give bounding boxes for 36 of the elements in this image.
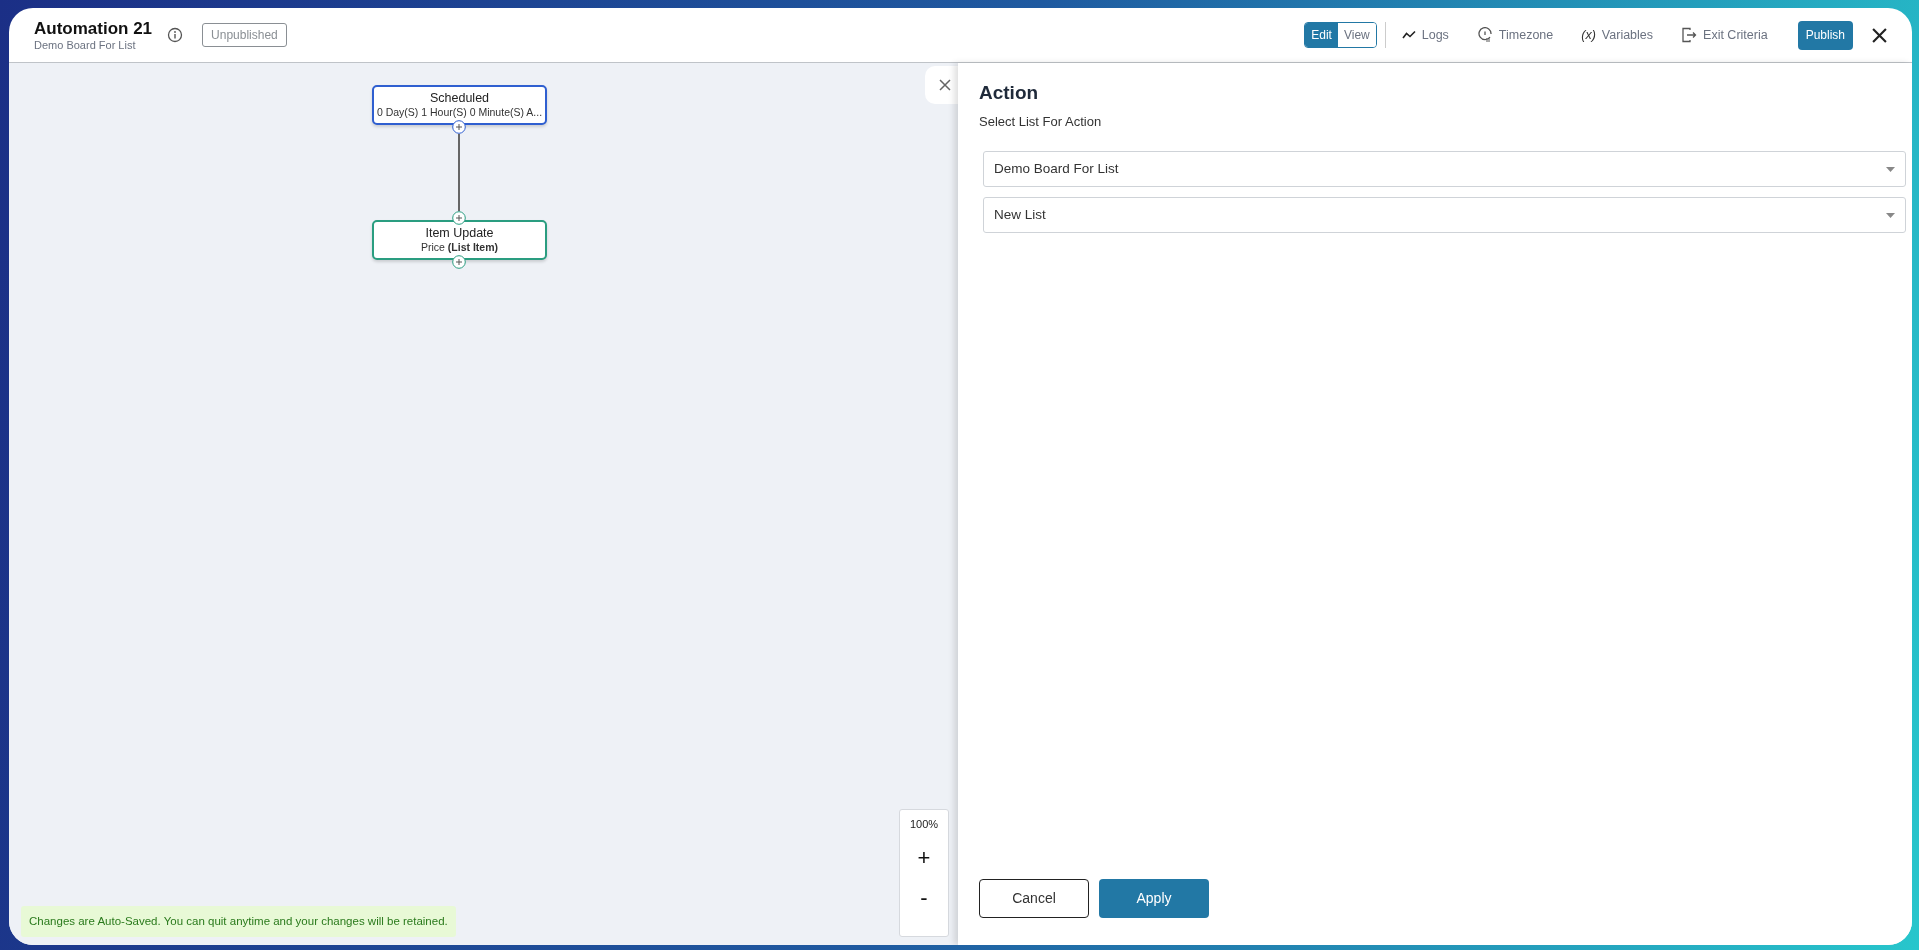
board-subtitle: Demo Board For List [34, 38, 137, 52]
exit-icon [1681, 27, 1698, 43]
add-step-icon[interactable] [452, 255, 466, 269]
info-icon[interactable] [167, 27, 184, 43]
list-select[interactable]: Demo Board For List [983, 151, 1906, 187]
toolbar-button[interactable]: Exit Criteria [1671, 20, 1778, 50]
node-detail: Price (List Item) [421, 241, 498, 254]
dropdown-caret-icon [1886, 212, 1895, 218]
mode-tab[interactable]: Edit [1305, 23, 1338, 47]
node-title: Item Update [425, 226, 494, 241]
apply-button[interactable]: Apply [1099, 879, 1209, 918]
dropdown-caret-icon [1886, 166, 1895, 172]
node-detail: 0 Day(S) 1 Hour(S) 0 Minute(S) A... [376, 106, 543, 119]
flow-node[interactable]: Scheduled 0 Day(S) 1 Hour(S) 0 Minute(S) A... [372, 85, 547, 125]
toolbar-button[interactable]: Logs [1391, 20, 1459, 50]
panel-subtitle: Select List For Action [979, 112, 1103, 131]
panel-title: Action [979, 81, 1040, 105]
toolbar-button[interactable]: (x) Variables [1571, 20, 1664, 50]
status-badge: Unpublished [202, 23, 287, 47]
node-title: Scheduled [429, 91, 490, 106]
automation-title: Automation 21 [34, 18, 153, 39]
publish-button[interactable]: Publish [1797, 20, 1853, 50]
cancel-button[interactable]: Cancel [979, 879, 1089, 918]
variables-icon: (x) [1581, 25, 1596, 45]
add-step-icon[interactable] [452, 211, 466, 225]
add-step-icon[interactable] [452, 120, 466, 134]
flow-node[interactable]: Item Update Price (List Item) [372, 220, 547, 260]
trend-line-icon [1401, 30, 1416, 40]
zoom-level: 100% [909, 817, 939, 832]
close-icon[interactable] [1872, 27, 1887, 43]
toolbar-button[interactable]: Timezone [1466, 20, 1564, 50]
autosave-notice: Changes are Auto-Saved. You can quit anytime and your changes will be retained. [21, 906, 456, 938]
list-select[interactable]: New List [983, 197, 1906, 233]
zoom-out-button[interactable]: - [920, 886, 928, 909]
clock-icon [1476, 27, 1493, 43]
zoom-in-button[interactable]: + [917, 846, 931, 869]
